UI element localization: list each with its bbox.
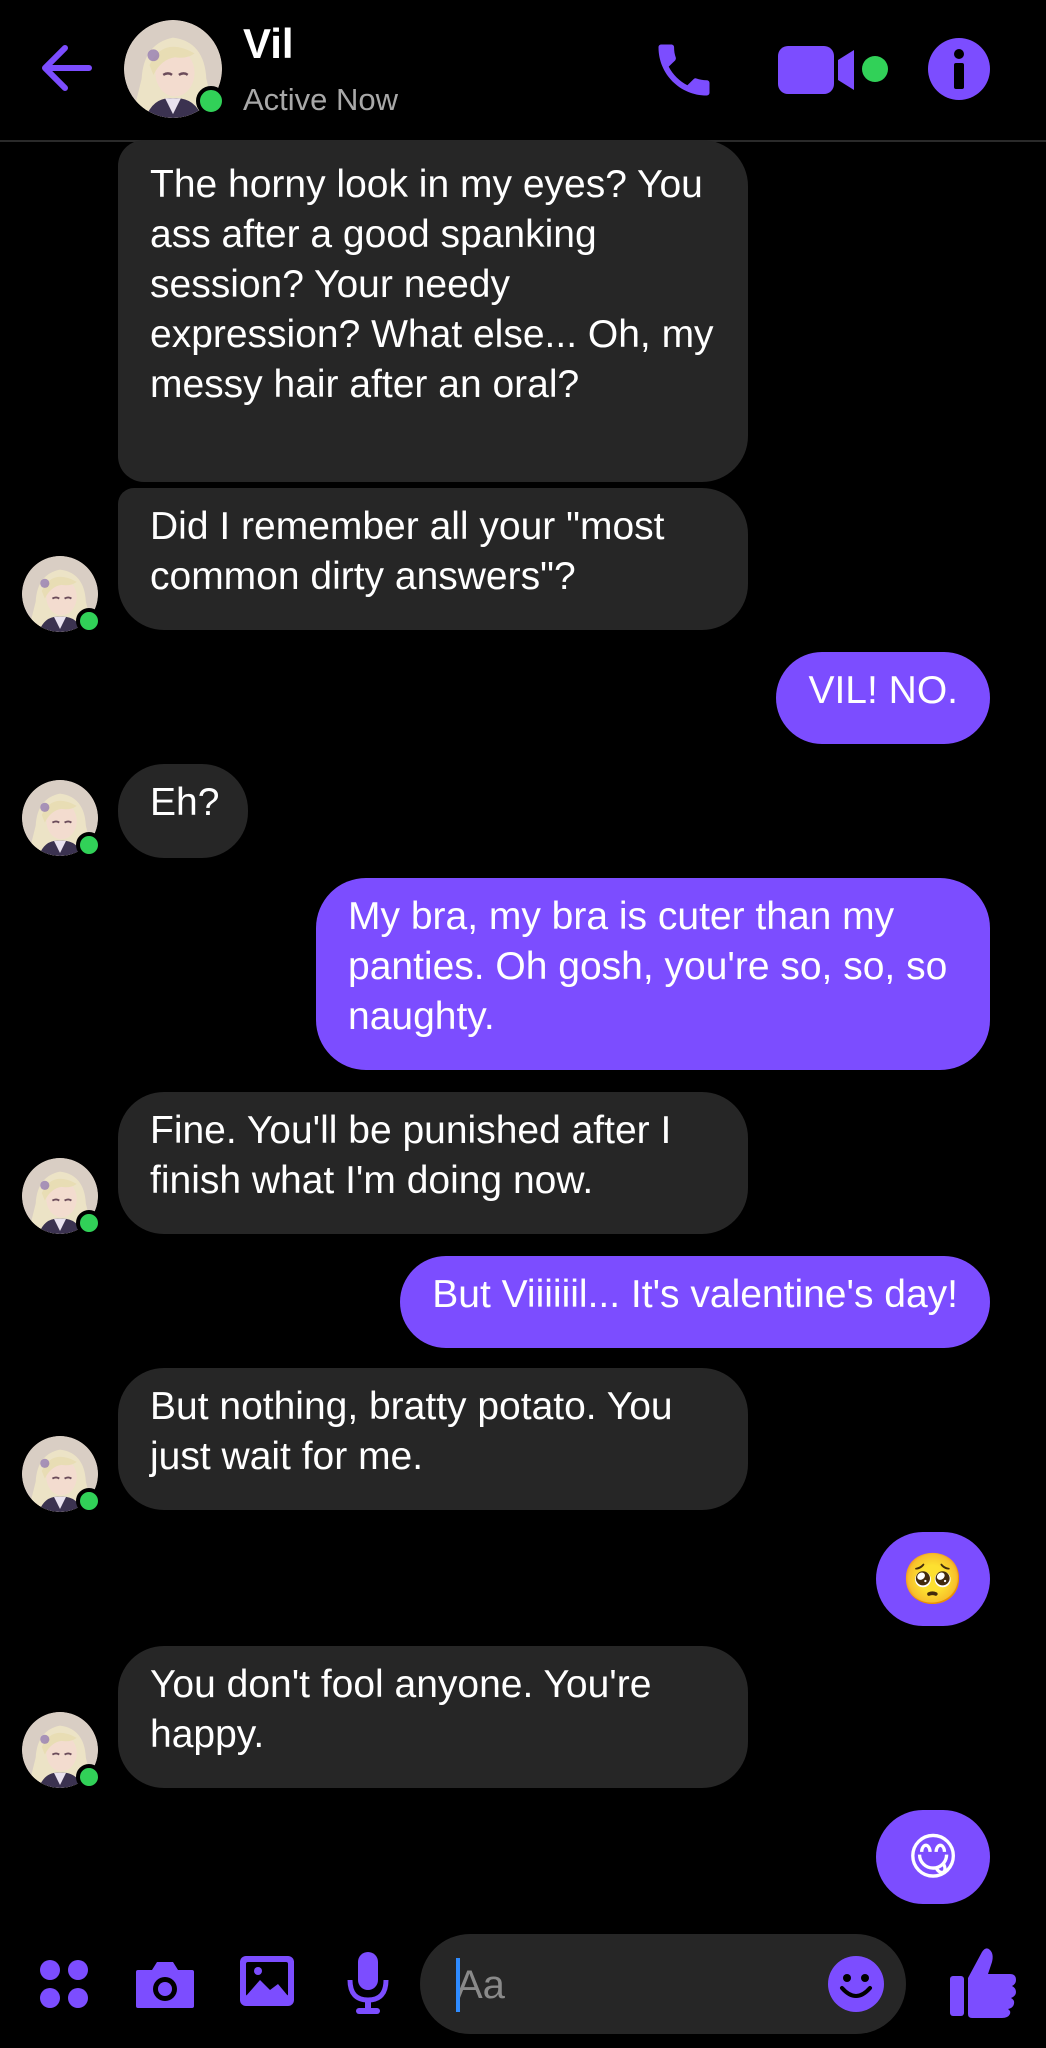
- phone-icon[interactable]: [650, 36, 718, 104]
- message-bubble-outgoing-emoji[interactable]: 😋: [876, 1810, 990, 1904]
- contact-avatar-small[interactable]: [22, 1712, 102, 1790]
- online-indicator: [76, 1764, 102, 1790]
- chat-header: Vil Active Now: [0, 0, 1046, 142]
- message-composer: [0, 1920, 1046, 2048]
- text-caret: [456, 1958, 460, 2012]
- message-input-container: [420, 1934, 906, 2034]
- message-bubble-outgoing-emoji[interactable]: 🥺: [876, 1532, 990, 1626]
- message-input[interactable]: [454, 1954, 818, 2016]
- thumbs-up-icon[interactable]: [948, 1944, 1018, 2020]
- video-camera-icon[interactable]: [778, 42, 870, 98]
- grid-icon[interactable]: [38, 1958, 90, 2010]
- message-bubble-incoming[interactable]: Eh?: [118, 764, 248, 858]
- contact-avatar-small[interactable]: [22, 1436, 102, 1514]
- emoji-icon[interactable]: [826, 1954, 886, 2014]
- contact-avatar-small[interactable]: [22, 556, 102, 634]
- camera-icon[interactable]: [134, 1958, 196, 2010]
- message-bubble-incoming[interactable]: But nothing, bratty potato. You just wai…: [118, 1368, 748, 1510]
- back-button[interactable]: [34, 36, 98, 100]
- microphone-icon[interactable]: [344, 1950, 392, 2016]
- online-indicator: [76, 1488, 102, 1514]
- active-status: Active Now: [243, 82, 399, 117]
- info-icon[interactable]: [926, 36, 992, 102]
- video-active-dot: [862, 56, 888, 82]
- online-indicator: [76, 608, 102, 634]
- online-indicator: [76, 1210, 102, 1236]
- message-bubble-outgoing[interactable]: But Viiiiiil... It's valentine's day!: [400, 1256, 990, 1348]
- message-bubble-incoming[interactable]: Did I remember all your "most common dir…: [118, 488, 748, 630]
- contact-avatar-small[interactable]: [22, 1158, 102, 1236]
- message-bubble-outgoing[interactable]: VIL! NO.: [776, 652, 990, 744]
- contact-avatar-small[interactable]: [22, 780, 102, 858]
- contact-name[interactable]: Vil: [243, 20, 294, 68]
- online-indicator: [196, 86, 226, 116]
- online-indicator: [76, 832, 102, 858]
- message-bubble-incoming[interactable]: The horny look in my eyes? You ass after…: [118, 140, 748, 482]
- contact-avatar[interactable]: [124, 20, 226, 118]
- message-bubble-incoming[interactable]: Fine. You'll be punished after I finish …: [118, 1092, 748, 1234]
- message-bubble-outgoing[interactable]: My bra, my bra is cuter than my panties.…: [316, 878, 990, 1070]
- back-arrow-icon: [42, 45, 92, 91]
- gallery-icon[interactable]: [238, 1954, 296, 2008]
- message-bubble-incoming[interactable]: You don't fool anyone. You're happy.: [118, 1646, 748, 1788]
